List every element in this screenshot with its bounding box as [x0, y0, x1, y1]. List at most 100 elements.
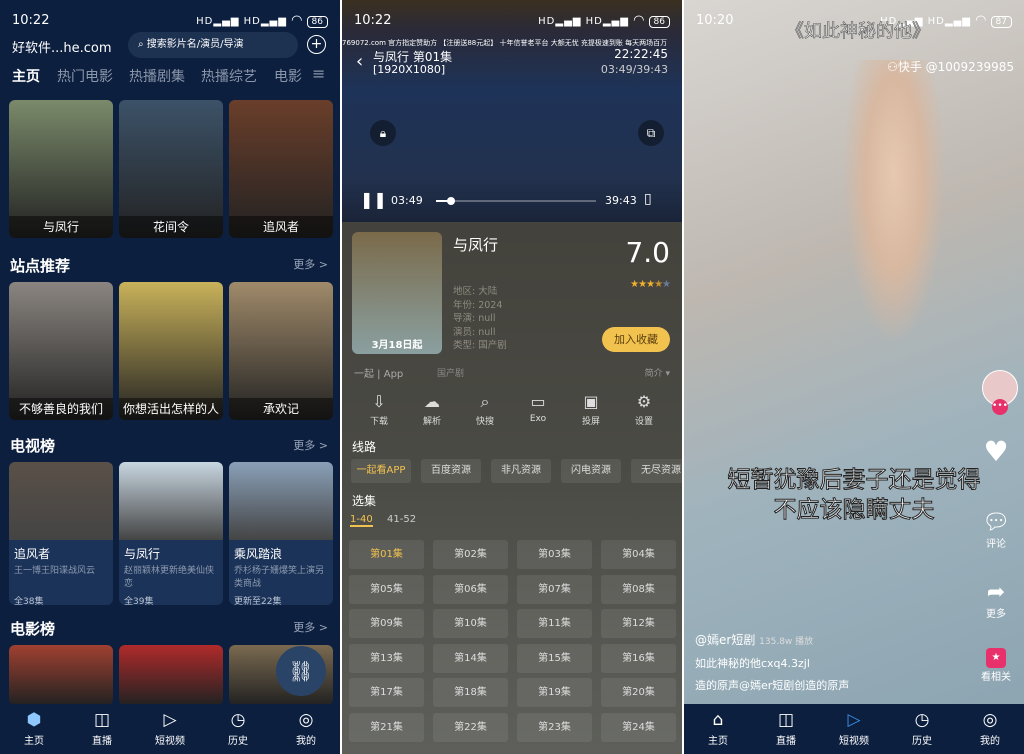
nav-4[interactable]: ◎ 我的 [272, 704, 340, 754]
episode-button[interactable]: 第23集 [517, 713, 592, 742]
tab-3[interactable]: 热播综艺 [201, 66, 257, 86]
add-favorite-button[interactable]: 加入收藏 [602, 327, 670, 352]
episode-button[interactable]: 第04集 [601, 540, 676, 569]
route-option[interactable]: 一起看APP [351, 459, 411, 483]
route-option[interactable]: 无尽资源 [631, 459, 682, 483]
episode-button[interactable]: 第15集 [517, 644, 592, 673]
poster-card[interactable]: 与凤行 [9, 100, 113, 238]
nav-3[interactable]: ◷ 历史 [204, 704, 272, 754]
episode-range[interactable]: 41-52 [387, 514, 416, 525]
route-option[interactable]: 闪电资源 [561, 459, 621, 483]
episode-button[interactable]: 第02集 [433, 540, 508, 569]
more-link[interactable]: 更多 > [293, 437, 328, 453]
episode-button[interactable]: 第03集 [517, 540, 592, 569]
episode-button[interactable]: 第06集 [433, 575, 508, 604]
add-icon[interactable]: + [307, 35, 326, 54]
more-link[interactable]: 更多 > [293, 256, 328, 272]
episode-button[interactable]: 第12集 [601, 609, 676, 638]
episode-button[interactable]: 第19集 [517, 678, 592, 707]
action-search[interactable]: ⌕ 快搜 [465, 392, 505, 427]
episode-range[interactable]: 1-40 [350, 514, 373, 527]
episode-button[interactable]: 第05集 [349, 575, 424, 604]
search-input[interactable]: ⌕ 搜索影片名/演员/导演 [128, 32, 298, 58]
nav-4[interactable]: ◎ 我的 [956, 704, 1024, 754]
more-link[interactable]: 更多 > [293, 619, 328, 635]
seek-bar[interactable] [436, 197, 596, 205]
nav-0[interactable]: ⌂ 主页 [684, 704, 752, 754]
actors: 演员: null [453, 326, 496, 338]
battery-icon: 86 [648, 15, 670, 28]
tv-card-desc: 乔杉杨子姗爆笑上演另类商战 [234, 566, 325, 589]
music-info[interactable]: 造的原声@嫣er短剧创造的原声 [695, 677, 849, 693]
tv-card[interactable]: 与凤行 赵丽颖林更新绝美仙侠恋 全39集 [119, 462, 223, 605]
episode-button[interactable]: 第20集 [601, 678, 676, 707]
poster-card[interactable]: 你想活出怎样的人生 [119, 282, 223, 420]
tv-card-desc: 王一博王阳谍战风云 [14, 566, 96, 576]
download-icon: ⇩ [372, 392, 386, 411]
comment-button[interactable]: 💬︎ 评论 [976, 510, 1016, 550]
nav-1[interactable]: ◫ 直播 [752, 704, 820, 754]
action-tv-cast[interactable]: ▣ 投屏 [571, 392, 611, 427]
intro-toggle[interactable]: 简介 ▾ [645, 366, 670, 379]
episode-button[interactable]: 第10集 [433, 609, 508, 638]
related-button[interactable]: ★ 看相关 [976, 648, 1016, 683]
action-video-camera[interactable]: ▭ Exo [518, 392, 558, 424]
episode-button[interactable]: 第21集 [349, 713, 424, 742]
episode-button[interactable]: 第22集 [433, 713, 508, 742]
short-video-screen[interactable]: 10:20 HD▂▄▆ HD▂▄▆ ◠ 87 《如此神秘的他》 ⚇快手 @100… [684, 0, 1024, 754]
episode-button[interactable]: 第08集 [601, 575, 676, 604]
back-icon[interactable]: ‹ [356, 51, 363, 72]
follow-icon[interactable]: ••• [992, 399, 1008, 415]
tv-card[interactable]: 乘风踏浪 乔杉杨子姗爆笑上演另类商战 更新至22集 [229, 462, 333, 605]
poster-card[interactable]: 追风者 [229, 100, 333, 238]
route-option[interactable]: 百度资源 [421, 459, 481, 483]
action-download[interactable]: ⇩ 下载 [359, 392, 399, 427]
poster-card[interactable]: 承欢记 [229, 282, 333, 420]
nav-label: 短视频 [839, 736, 869, 747]
route-option[interactable]: 非凡资源 [491, 459, 551, 483]
menu-icon[interactable]: ≡ [312, 64, 325, 83]
tv-card-desc: 赵丽颖林更新绝美仙侠恋 [124, 566, 215, 589]
poster-card[interactable] [9, 645, 113, 705]
player-screen: 10:22 HD▂▄▆ HD▂▄▆ ◠ 86 769072.com 官方指定赞助… [342, 0, 682, 754]
poster-card[interactable]: 不够善良的我们 [9, 282, 113, 420]
nav-1[interactable]: ◫ 直播 [68, 704, 136, 754]
tv-card-image [9, 462, 113, 540]
app-title: 好软件...he.com [12, 41, 112, 56]
action-cloud[interactable]: ☁ 解析 [412, 392, 452, 427]
episode-button[interactable]: 第17集 [349, 678, 424, 707]
episode-button[interactable]: 第14集 [433, 644, 508, 673]
pause-icon[interactable]: ❚❚ [360, 190, 387, 209]
author-name[interactable]: @嫣er短剧 135.8w 播放 [695, 631, 813, 648]
tab-4[interactable]: 电影 [274, 66, 302, 86]
subtitle: 短暂犹豫后妻子还是觉得 不应该隐瞒丈夫 [684, 465, 1024, 525]
poster-card[interactable] [119, 645, 223, 705]
nav-0[interactable]: ⬢ 主页 [0, 704, 68, 754]
more-button[interactable]: ➦ 更多 [976, 580, 1016, 620]
episode-button[interactable]: 第24集 [601, 713, 676, 742]
lock-icon[interactable]: 🔒︎ [370, 120, 396, 146]
nav-3[interactable]: ◷ 历史 [888, 704, 956, 754]
poster-card[interactable]: 花间令 [119, 100, 223, 238]
like-icon[interactable]: ♥ [976, 435, 1016, 468]
episode-button[interactable]: 第01集 [349, 540, 424, 569]
tab-2[interactable]: 热播剧集 [129, 66, 185, 86]
tv-card[interactable]: 追风者 王一博王阳谍战风云 全38集 [9, 462, 113, 605]
episode-button[interactable]: 第18集 [433, 678, 508, 707]
link-fab-button[interactable]: ⛓ [276, 646, 326, 696]
rotate-screen-icon[interactable]: ▯ [644, 191, 652, 207]
tab-0[interactable]: 主页 [12, 66, 40, 86]
episode-button[interactable]: 第16集 [601, 644, 676, 673]
nav-2[interactable]: ▷ 短视频 [136, 704, 204, 754]
video-player[interactable] [342, 0, 682, 222]
episode-button[interactable]: 第11集 [517, 609, 592, 638]
pip-icon[interactable]: ⧉ [638, 120, 664, 146]
tab-1[interactable]: 热门电影 [57, 66, 113, 86]
episode-button[interactable]: 第09集 [349, 609, 424, 638]
episode-count: 全38集 [14, 597, 44, 605]
genre-tag: 国产剧 [437, 369, 465, 379]
nav-2[interactable]: ▷ 短视频 [820, 704, 888, 754]
episode-button[interactable]: 第07集 [517, 575, 592, 604]
episode-button[interactable]: 第13集 [349, 644, 424, 673]
action-gear[interactable]: ⚙ 设置 [624, 392, 664, 427]
